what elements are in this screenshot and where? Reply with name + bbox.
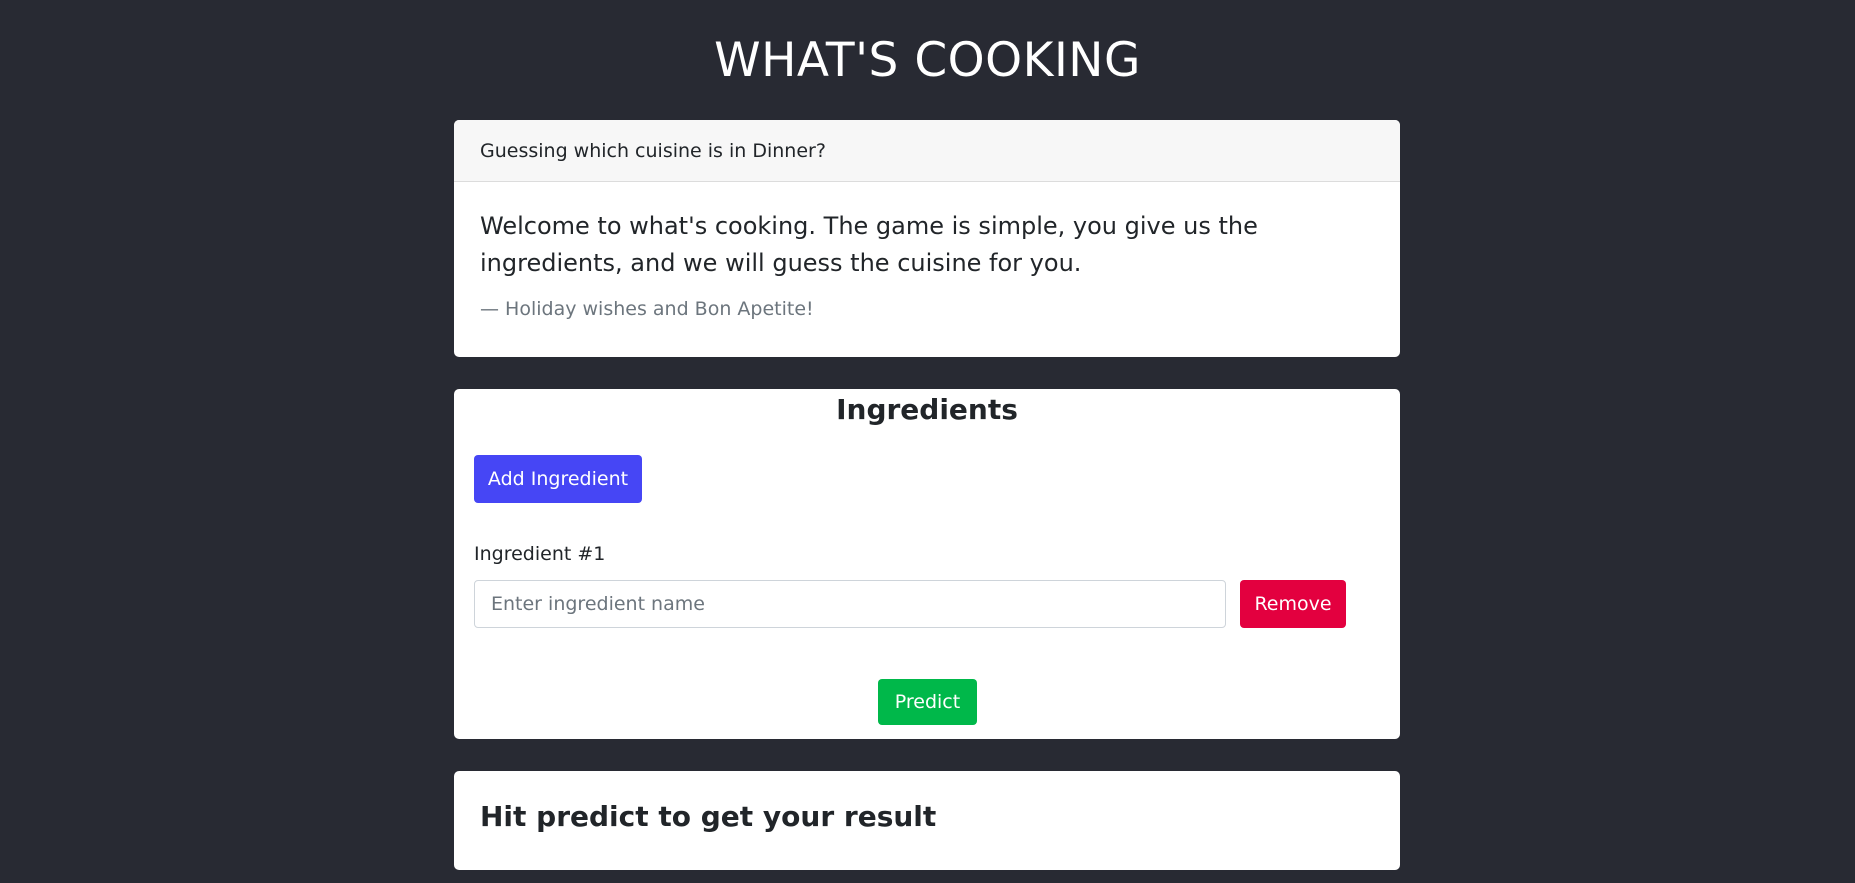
intro-body: Welcome to what's cooking. The game is s…	[454, 182, 1400, 320]
ingredients-card: Ingredients Add Ingredient Ingredient #1…	[454, 389, 1400, 739]
add-ingredient-button[interactable]: Add Ingredient	[474, 455, 642, 503]
intro-card: Guessing which cuisine is in Dinner? Wel…	[454, 120, 1400, 357]
app-title: WHAT'S COOKING	[714, 33, 1141, 88]
predict-button[interactable]: Predict	[878, 679, 977, 725]
ingredient-name-input[interactable]	[474, 580, 1226, 628]
remove-ingredient-button[interactable]: Remove	[1240, 580, 1346, 628]
intro-footer: — Holiday wishes and Bon Apetite!	[480, 298, 814, 320]
ingredients-title: Ingredients	[836, 393, 1018, 426]
result-text: Hit predict to get your result	[480, 800, 937, 833]
intro-header: Guessing which cuisine is in Dinner?	[454, 120, 1400, 182]
result-card: Hit predict to get your result	[454, 771, 1400, 870]
intro-text: Welcome to what's cooking. The game is s…	[480, 212, 1258, 277]
ingredient-label: Ingredient #1	[474, 543, 606, 565]
